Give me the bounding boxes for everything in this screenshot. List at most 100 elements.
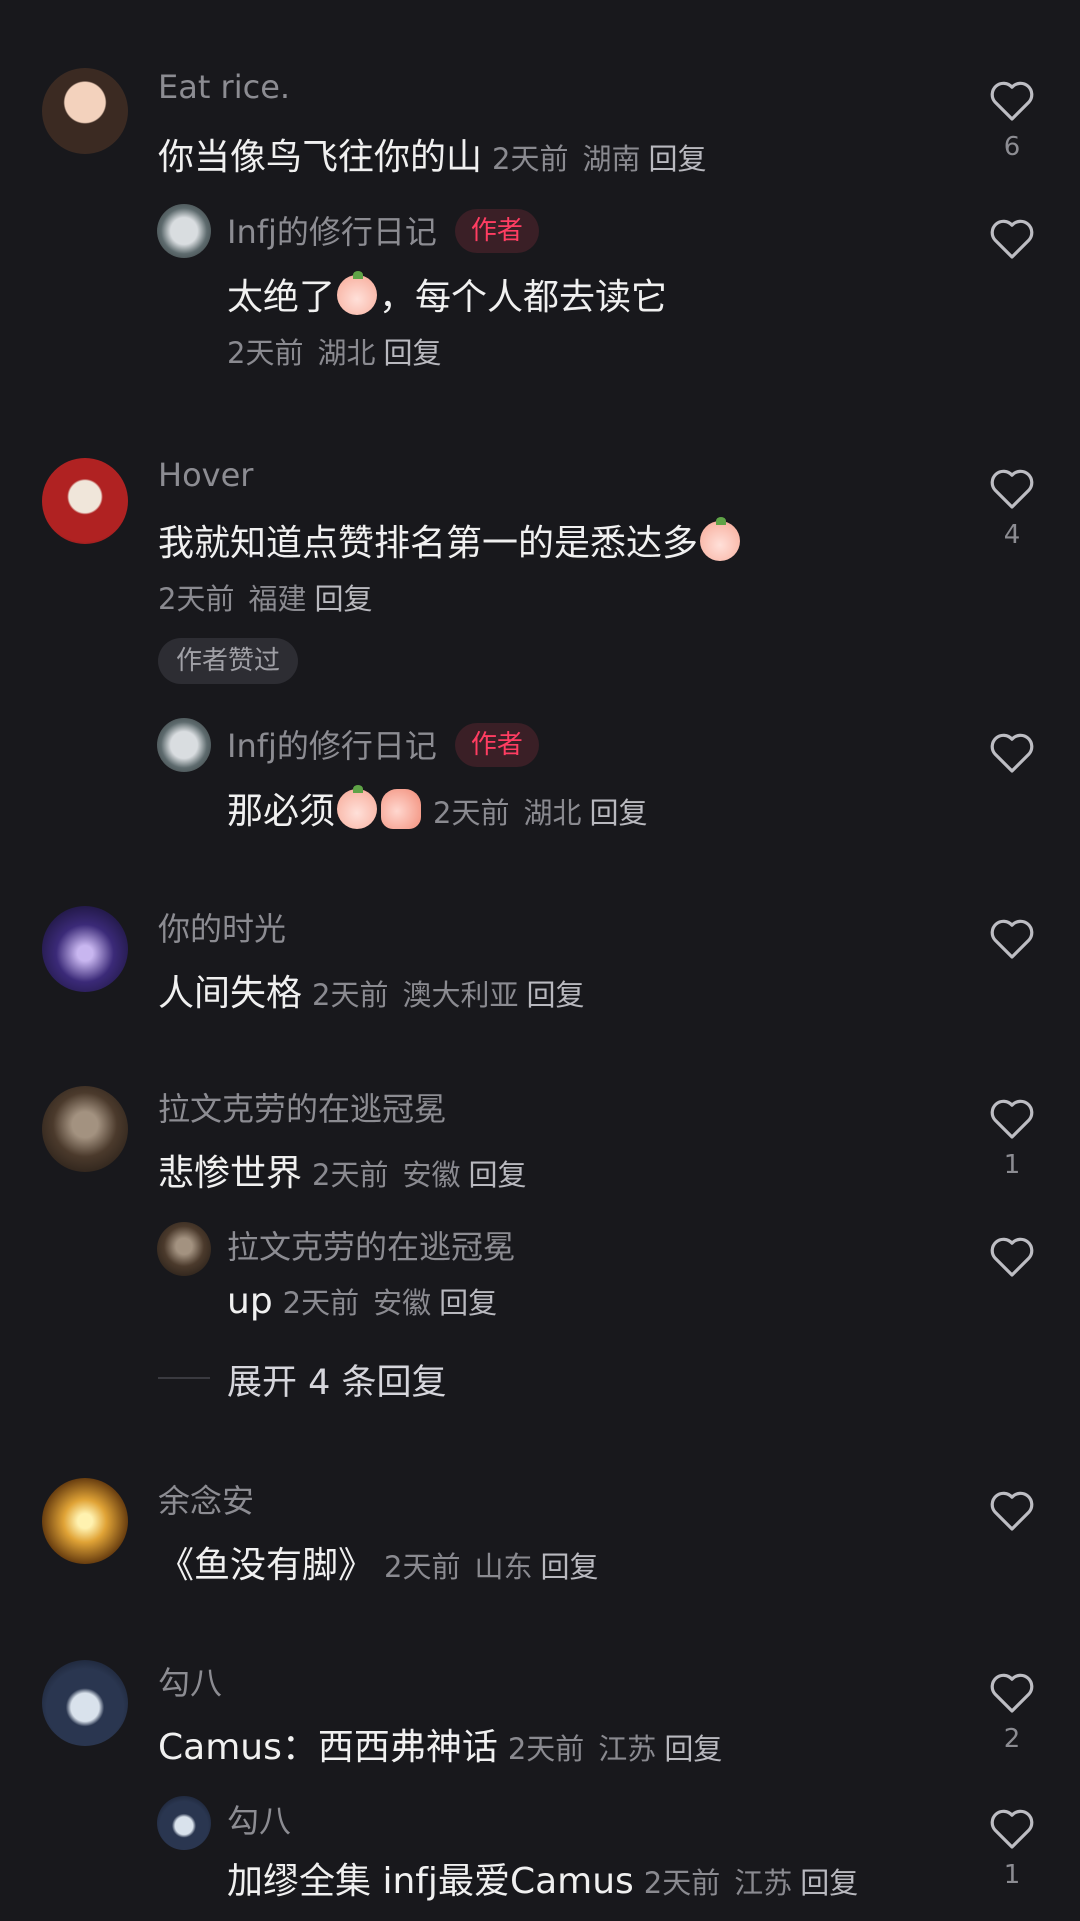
avatar[interactable]	[157, 1796, 211, 1850]
reply-user-name[interactable]: Infj的修行日记	[227, 213, 437, 251]
heart-outline-icon	[990, 469, 1034, 509]
avatar[interactable]	[42, 458, 128, 544]
like-button[interactable]: 2	[988, 1670, 1036, 1754]
comment-body: 我就知道点赞排名第一的是悉达多	[158, 523, 699, 564]
comment-username[interactable]: 勾八	[158, 1658, 222, 1704]
like-button[interactable]	[988, 916, 1036, 960]
reply-button[interactable]: 回复	[383, 336, 441, 370]
reply-location: 安徽	[373, 1286, 432, 1320]
heart-outline-icon	[990, 1809, 1034, 1849]
comment-username[interactable]: Eat rice.	[158, 68, 290, 106]
peach-face-emoji	[337, 785, 378, 829]
reply-time: 2天前	[433, 796, 510, 830]
heart-outline-icon	[990, 219, 1034, 259]
comment-username[interactable]: Hover	[158, 456, 253, 494]
like-button[interactable]: 1	[988, 1806, 1036, 1890]
comment-location: 江苏	[598, 1732, 657, 1766]
avatar[interactable]	[42, 1478, 128, 1564]
reply-user-name[interactable]: Infj的修行日记	[227, 727, 437, 765]
comment-time: 2天前	[384, 1550, 461, 1584]
expand-divider	[158, 1377, 210, 1379]
reply-username: Infj的修行日记 作者	[227, 721, 539, 767]
reply-location: 湖北	[523, 796, 582, 830]
comment-location: 福建	[248, 582, 307, 616]
reply-location: 江苏	[734, 1866, 793, 1900]
comment-meta-group: 2天前 江苏	[508, 1732, 656, 1766]
like-count: 1	[1003, 1860, 1021, 1890]
reply-text: 那必须 2天前 湖北 回复	[227, 782, 648, 834]
heart-outline-icon	[990, 1673, 1034, 1713]
reply-button[interactable]: 回复	[800, 1866, 858, 1900]
reply-time: 2天前	[282, 1286, 360, 1320]
avatar[interactable]	[42, 1660, 128, 1746]
reply-meta: 2天前 湖北 回复	[227, 330, 441, 372]
avatar[interactable]	[42, 906, 128, 992]
comment-body: 人间失格	[158, 973, 303, 1014]
reply-time: 2天前	[227, 336, 304, 370]
comment-text: 《鱼没有脚》 2天前 山东 回复	[158, 1536, 599, 1588]
author-badge: 作者	[454, 723, 539, 767]
avatar[interactable]	[157, 1222, 211, 1276]
comment-body: 《鱼没有脚》	[158, 1545, 375, 1586]
comment-body: Camus：西西弗神话	[158, 1727, 498, 1768]
comment-username[interactable]: 你的时光	[158, 904, 286, 950]
reply-body-part1: 太绝了	[227, 277, 336, 318]
heart-outline-icon	[990, 919, 1034, 959]
reply-meta-group: 2天前 湖北	[227, 336, 375, 370]
reply-body-part2: ，每个人都去读它	[379, 277, 668, 318]
heart-outline-icon	[990, 1099, 1034, 1139]
reply-meta-group: 2天前 安徽	[283, 1286, 431, 1320]
reply-username[interactable]: 拉文克劳的在逃冠冕	[227, 1222, 515, 1268]
like-button[interactable]: 4	[988, 466, 1036, 550]
comment-location: 安徽	[402, 1158, 461, 1192]
reply-body: up	[227, 1281, 273, 1322]
comment-meta-group: 2天前 澳大利亚	[312, 978, 518, 1012]
reply-text: 太绝了 ，每个人都去读它	[227, 268, 667, 320]
peach-face-emoji	[337, 271, 378, 315]
avatar[interactable]	[157, 718, 211, 772]
comment-location: 山东	[474, 1550, 533, 1584]
comment-time: 2天前	[492, 142, 569, 176]
author-liked-badge: 作者赞过	[158, 638, 299, 684]
reply-username: Infj的修行日记 作者	[227, 207, 539, 253]
like-count: 6	[1003, 132, 1021, 162]
reply-username[interactable]: 勾八	[227, 1796, 291, 1842]
reply-button[interactable]: 回复	[648, 142, 706, 176]
heart-outline-icon	[990, 1491, 1034, 1531]
comment-text: 我就知道点赞排名第一的是悉达多	[158, 514, 742, 566]
comment-body: 悲惨世界	[158, 1153, 303, 1194]
reply-button[interactable]: 回复	[468, 1158, 526, 1192]
like-button[interactable]: 1	[988, 1096, 1036, 1180]
comment-time: 2天前	[312, 1158, 389, 1192]
reply-button[interactable]: 回复	[526, 978, 584, 1012]
comment-text: Camus：西西弗神话 2天前 江苏 回复	[158, 1718, 722, 1770]
like-button[interactable]: 6	[988, 78, 1036, 162]
reply-time: 2天前	[643, 1866, 721, 1900]
comment-text: 你当像鸟飞往你的山 2天前 湖南 回复	[158, 128, 707, 180]
like-button[interactable]	[988, 1488, 1036, 1532]
heart-outline-icon	[990, 81, 1034, 121]
reply-button[interactable]: 回复	[664, 1732, 722, 1766]
reply-button[interactable]: 回复	[589, 796, 647, 830]
like-button[interactable]	[988, 1234, 1036, 1278]
reply-button[interactable]: 回复	[540, 1550, 598, 1584]
comment-username[interactable]: 余念安	[158, 1476, 254, 1522]
reply-button[interactable]: 回复	[439, 1286, 497, 1320]
like-count: 1	[1003, 1150, 1021, 1180]
like-count: 4	[1003, 520, 1021, 550]
reply-text: up 2天前 安徽 回复	[227, 1280, 497, 1322]
like-count: 2	[1003, 1724, 1021, 1754]
like-button[interactable]	[988, 730, 1036, 774]
reply-location: 湖北	[317, 336, 376, 370]
expand-replies-button[interactable]: 展开 4 条回复	[227, 1354, 447, 1405]
avatar[interactable]	[42, 1086, 128, 1172]
reply-body: 加缪全集 infj最爱Camus	[227, 1861, 634, 1902]
comment-time: 2天前	[312, 978, 389, 1012]
comment-username[interactable]: 拉文克劳的在逃冠冕	[158, 1084, 446, 1130]
comment-meta-group: 2天前 山东	[384, 1550, 532, 1584]
reply-button[interactable]: 回复	[314, 582, 372, 616]
avatar[interactable]	[42, 68, 128, 154]
comment-body: 你当像鸟飞往你的山	[158, 137, 483, 178]
like-button[interactable]	[988, 216, 1036, 260]
avatar[interactable]	[157, 204, 211, 258]
